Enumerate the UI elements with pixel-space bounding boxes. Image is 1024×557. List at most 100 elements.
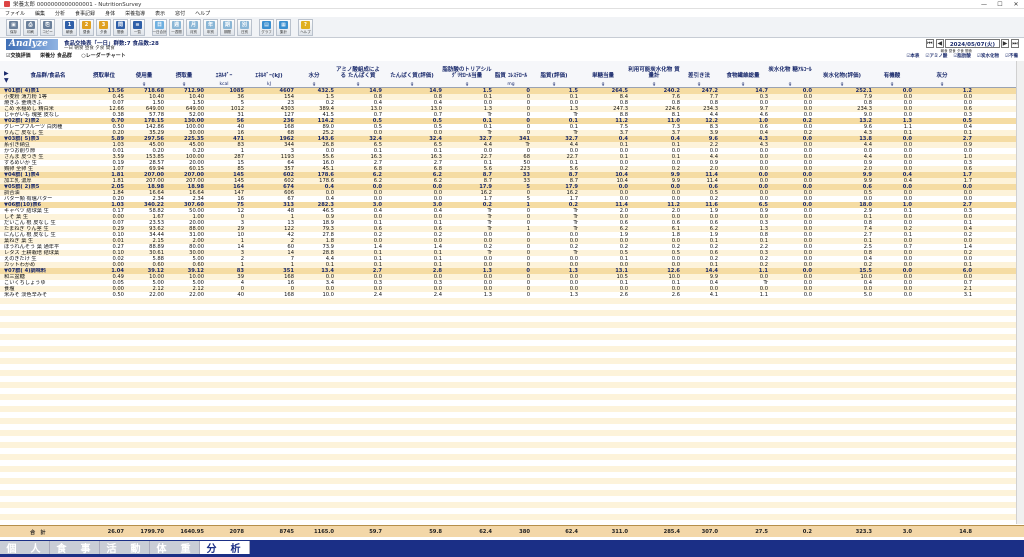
column-header[interactable]: 利用可能炭水化物 質量計 <box>628 67 680 79</box>
column-header[interactable]: 使用量 <box>124 73 164 79</box>
tab-1[interactable]: 食 事 <box>50 541 100 555</box>
column-header[interactable]: 差引き法 <box>680 73 718 79</box>
total-value: 2078 <box>229 529 244 535</box>
column-header[interactable]: 単糖当量 <box>578 73 628 79</box>
toolbar-icon: 月 <box>189 20 198 29</box>
column-header[interactable]: ｴﾈﾙｷﾞｰ(kJ) <box>244 73 294 79</box>
toolbar-button[interactable]: 3 夕食 <box>96 18 111 36</box>
menu-item[interactable]: 編集 <box>30 10 50 17</box>
radar-chart-option[interactable]: ○レーダーチャート <box>81 53 125 59</box>
toolbar-button[interactable]: ▦ 集計 <box>276 18 291 36</box>
menu-item[interactable]: 身体 <box>100 10 120 17</box>
toolbar-icon: 1 <box>65 20 74 29</box>
toolbar-button[interactable]: ⎙ 印刷 <box>23 18 38 36</box>
minimize-button[interactable]: — <box>976 0 992 9</box>
toolbar-label: 一週間 <box>171 29 182 34</box>
column-header[interactable]: 摂取量 <box>164 73 204 79</box>
total-value: 14.8 <box>959 529 972 535</box>
menu-item[interactable]: ヘルプ <box>190 10 215 17</box>
column-header[interactable]: 脂肪酸のトリアシル ｸﾞﾘｾﾛｰﾙ当量 <box>442 67 492 79</box>
toolbar-button[interactable]: ▤ グラフ <box>259 18 274 36</box>
total-value: 380 <box>519 529 530 535</box>
toolbar-icon: 期 <box>223 20 232 29</box>
toolbar-button[interactable]: ? ヘルプ <box>298 18 313 36</box>
app-icon <box>4 1 10 7</box>
toolbar-label: 昼食 <box>83 29 90 34</box>
toolbar-button[interactable]: ⎘ コピー <box>40 18 55 36</box>
menu-item[interactable]: 分析 <box>50 10 70 17</box>
column-header[interactable]: 灰分 <box>912 73 972 79</box>
column-unit: g <box>601 82 605 87</box>
column-unit: g <box>182 82 186 87</box>
menu-item[interactable]: 表示 <box>150 10 170 17</box>
column-header[interactable]: 脂質 ｺﾚｽﾃﾛｰﾙ <box>492 73 530 79</box>
column-header[interactable]: アミノ酸組成による たんぱく質 <box>334 67 382 79</box>
first-date-button[interactable]: ⏮ <box>925 39 934 48</box>
vertical-scrollbar[interactable] <box>1016 61 1024 524</box>
value-cell: 0.50 <box>112 292 124 298</box>
app-window: 栄養太郎 0000000000000001 - NutritionSurvey … <box>0 0 1024 557</box>
menu-bar: ファイル 編集 分析 食事記録 身体 栄養指導 表示 窓付 ヘルプ <box>0 9 1024 17</box>
column-header[interactable]: 脂質(評価) <box>530 73 578 79</box>
toolbar-button[interactable]: 2 昼食 <box>79 18 94 36</box>
last-date-button[interactable]: ⏭ <box>1011 39 1019 48</box>
window-title: 栄養太郎 0000000000000001 - NutritionSurvey <box>13 2 142 8</box>
column-unit: g <box>356 82 360 87</box>
column-header[interactable]: ｴﾈﾙｷﾞｰ <box>204 73 244 79</box>
toolbar-button[interactable]: 期期間 <box>220 18 235 36</box>
value-cell: 2.6 <box>619 292 628 298</box>
menu-item[interactable]: 食事記録 <box>70 10 100 17</box>
next-date-button[interactable]: ▶ <box>1001 39 1009 48</box>
total-value: 8745 <box>279 529 294 535</box>
total-value: 27.5 <box>755 529 768 535</box>
tab-3[interactable]: 体 重 <box>150 541 200 555</box>
table-header: ▶ ▼ 食品群/食品名 摂取単位 使用量 g 摂取量 g ｴﾈﾙｷﾞｰ kcal ｴﾈﾙｷﾞｰ(k… <box>0 61 1024 88</box>
analyze-header: Analyze 食品交換表「一日」群数:7 食品数:28 一日 朝食 昼食 夕食… <box>0 38 1024 61</box>
toolbar-button[interactable]: 年年別 <box>203 18 218 36</box>
toolbar-button[interactable]: ▣ 保存 <box>6 18 21 36</box>
option-checkbox[interactable]: ☑炭水化物 <box>977 53 999 59</box>
value-cell: 22.00 <box>149 292 164 298</box>
close-button[interactable]: ✕ <box>1008 0 1024 9</box>
column-header[interactable]: たんぱく質(評価) <box>382 73 442 79</box>
column-unit: g <box>312 82 316 87</box>
toolbar-button[interactable]: 1 朝食 <box>62 18 77 36</box>
column-header[interactable]: 炭水化物(評価) <box>812 73 872 79</box>
toolbar-button[interactable]: ≡ 一覧 <box>130 18 145 36</box>
prev-date-button[interactable]: ◀ <box>935 39 944 48</box>
option-checkbox[interactable]: ☑脂肪酸 <box>953 53 971 59</box>
toolbar-button[interactable]: 月月別 <box>186 18 201 36</box>
exchange-option[interactable]: ☑交換評価 <box>6 53 30 59</box>
option-checkbox[interactable]: ☑アミノ酸 <box>925 53 947 59</box>
current-date[interactable]: 2024/05/07(火) <box>944 39 1000 48</box>
column-header[interactable]: 食物繊維総量 <box>718 73 768 79</box>
maximize-button[interactable]: ☐ <box>992 0 1008 9</box>
table-row[interactable]: 米みそ 淡色辛みそ 0.50 22.00 22.00 40 168 10.0 2.4 2.4 1.… <box>0 292 1016 298</box>
column-header[interactable]: 食品群/食品名 <box>8 73 88 79</box>
column-header[interactable]: 有機酸 <box>872 73 912 79</box>
toolbar-button[interactable]: 別日別 <box>237 18 252 36</box>
menu-item[interactable]: 栄養指導 <box>120 10 150 17</box>
value-cell: 1.1 <box>759 292 768 298</box>
option-checkbox[interactable]: ☑不備 <box>1005 53 1018 59</box>
tab-0[interactable]: 個 人 <box>0 541 50 555</box>
group-option[interactable]: 栄養分 食品群 <box>40 53 72 59</box>
column-header[interactable]: 摂取単位 <box>84 73 124 79</box>
toolbar-button[interactable]: 週一週間 <box>169 18 184 36</box>
value-cell: 0.0 <box>903 292 912 298</box>
menu-item[interactable]: ファイル <box>0 10 30 17</box>
column-header[interactable]: 炭水化物 糖ｱﾙｺｰﾙ <box>768 67 812 73</box>
tab-2[interactable]: 活 動 <box>100 541 150 555</box>
tab-4[interactable]: 分 析 <box>200 541 250 555</box>
option-checkbox[interactable]: ☑本表 <box>906 53 919 59</box>
toolbar-button[interactable]: 間間食 <box>113 18 128 36</box>
column-unit: g <box>788 82 792 87</box>
column-unit: kcal <box>219 82 229 87</box>
column-unit: kJ <box>267 82 271 87</box>
menu-item[interactable]: 窓付 <box>170 10 190 17</box>
value-cell: 1.3 <box>569 292 578 298</box>
toolbar-button[interactable]: 日一日合計 <box>152 18 167 36</box>
bottom-tabs: 個 人食 事活 動体 重分 析 <box>0 540 1024 557</box>
column-unit: mg <box>507 82 515 87</box>
column-header[interactable]: 水分 <box>294 73 334 79</box>
